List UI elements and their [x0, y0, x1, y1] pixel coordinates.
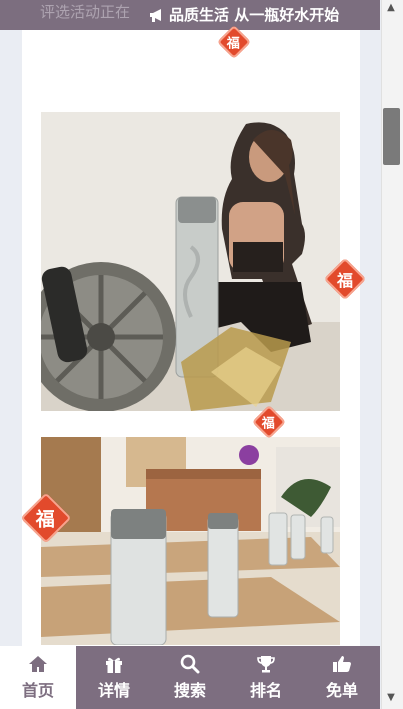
- search-icon: [180, 654, 200, 674]
- bottom-nav: 首页 详情 搜索 排名 免单: [0, 646, 380, 709]
- nav-label-free-order: 免单: [325, 681, 358, 700]
- scroll-up-icon[interactable]: ▲: [384, 2, 398, 14]
- contest-photo-2[interactable]: [41, 437, 340, 645]
- nav-label-home: 首页: [21, 681, 54, 700]
- nav-item-details[interactable]: 详情: [76, 646, 152, 709]
- scrollbar-thumb[interactable]: [383, 108, 400, 165]
- contest-photo-1[interactable]: [41, 112, 340, 411]
- banner-message: 品质生活 从一瓶好水开始: [169, 6, 340, 24]
- nav-label-details: 详情: [97, 681, 130, 700]
- home-icon: [29, 656, 47, 672]
- nav-item-home[interactable]: 首页: [0, 646, 76, 709]
- nav-item-ranking[interactable]: 排名: [228, 646, 304, 709]
- gift-icon: [106, 657, 122, 673]
- announcement-banner: 评选活动正在 品质生活 从一瓶好水开始: [0, 0, 380, 30]
- nav-item-free-order[interactable]: 免单: [304, 646, 380, 709]
- nav-label-ranking: 排名: [249, 681, 282, 700]
- megaphone-icon: [150, 8, 161, 22]
- woman-bottle-image: [41, 112, 340, 411]
- banner-ghost-text: 评选活动正在: [40, 3, 131, 21]
- nav-item-search[interactable]: 搜索: [152, 646, 228, 709]
- nav-label-search: 搜索: [173, 681, 206, 700]
- yoga-studio-image: [41, 437, 340, 645]
- banner-message-row: 品质生活 从一瓶好水开始: [148, 4, 339, 25]
- trophy-icon: [257, 656, 275, 673]
- thumbs-up-icon: [333, 656, 351, 672]
- scroll-down-icon[interactable]: ▼: [384, 692, 398, 704]
- scrollbar-track[interactable]: [381, 0, 403, 709]
